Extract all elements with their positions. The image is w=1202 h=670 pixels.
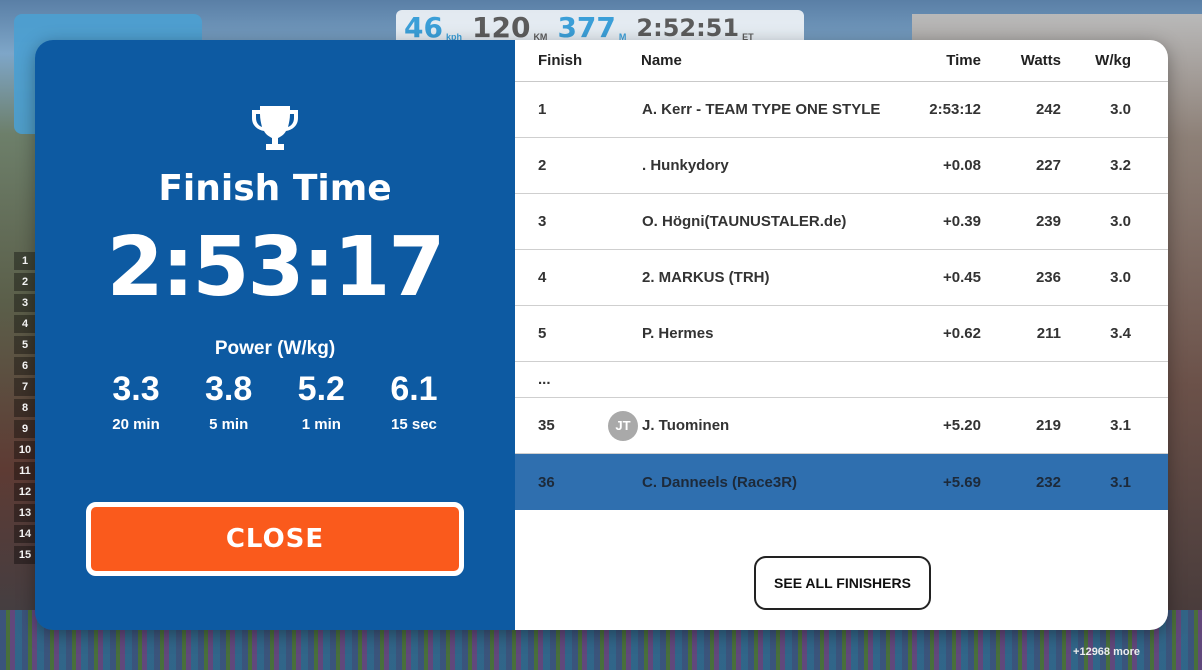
table-row-current-rider[interactable]: 36 C. Danneels (Race3R) +5.69 232 3.1: [515, 454, 1168, 510]
row-time: +0.08: [943, 157, 981, 174]
row-wkg: 3.0: [1110, 269, 1131, 286]
rider-rank: 15: [14, 546, 36, 564]
rider-rank: 10: [14, 441, 36, 459]
hud-distance: 120 KM: [472, 14, 547, 42]
row-time: +0.45: [943, 269, 981, 286]
power-stat-duration: 1 min: [301, 416, 341, 433]
row-name: A. Kerr - TEAM TYPE ONE STYLE: [642, 101, 881, 118]
row-name: C. Danneels (Race3R): [642, 473, 798, 491]
header-time: Time: [946, 52, 981, 69]
ellipsis-text: ...: [538, 371, 551, 388]
table-row-ellipsis: ...: [515, 362, 1168, 398]
header-wkg: W/kg: [1095, 52, 1131, 69]
header-name: Name: [641, 52, 682, 69]
rider-rank: 4: [14, 315, 36, 333]
rider-rank: 5: [14, 336, 36, 354]
header-finish: Finish: [538, 52, 583, 69]
row-watts: 239: [1035, 213, 1061, 230]
power-stat-value: 3.8: [205, 370, 253, 408]
hud-speed-value: 46: [404, 11, 443, 44]
row-wkg: 3.0: [1110, 213, 1131, 230]
more-riders-label: +12968 more: [1073, 646, 1140, 658]
power-stat-duration: 20 min: [112, 416, 160, 433]
power-stat: 3.3 20 min: [90, 370, 182, 433]
rider-rank: 3: [14, 294, 36, 312]
row-wkg: 3.1: [1110, 473, 1131, 491]
power-stat: 3.8 5 min: [183, 370, 275, 433]
row-time: +0.39: [943, 213, 981, 230]
rider-rank: 11: [14, 462, 36, 480]
row-watts: 219: [1035, 417, 1061, 434]
row-finish: 1: [538, 101, 547, 118]
power-stat: 5.2 1 min: [275, 370, 367, 433]
power-label: Power (W/kg): [214, 338, 336, 359]
row-time: +0.62: [943, 325, 981, 342]
row-finish: 4: [538, 269, 547, 286]
close-button[interactable]: CLOSE: [86, 502, 464, 576]
power-stats: 3.3 20 min 3.8 5 min 5.2 1 min 6.1 15 se…: [90, 370, 460, 433]
row-finish: 3: [538, 213, 547, 230]
trophy-icon: [252, 106, 298, 150]
results-table-header: Finish Name Time Watts W/kg: [515, 40, 1168, 82]
power-stat-value: 6.1: [390, 370, 438, 408]
row-time: +5.69: [943, 473, 981, 491]
hud-power-value: 377: [557, 11, 616, 44]
power-stat-value: 5.2: [297, 370, 345, 408]
table-row[interactable]: 1 A. Kerr - TEAM TYPE ONE STYLE 2:53:12 …: [515, 82, 1168, 138]
finish-results-modal: Finish Time 2:53:17 Power (W/kg) 3.3 20 …: [35, 40, 1168, 630]
row-watts: 211: [1036, 325, 1061, 342]
rider-rank: 2: [14, 273, 36, 291]
rider-rank: 13: [14, 504, 36, 522]
power-stat: 6.1 15 sec: [368, 370, 460, 433]
rider-rank: 12: [14, 483, 36, 501]
hud-speed: 46 kph: [404, 14, 462, 42]
row-wkg: 3.4: [1110, 325, 1131, 342]
row-name: P. Hermes: [642, 325, 714, 342]
hud-elapsed: 2:52:51 ET: [636, 14, 753, 42]
see-all-finishers-button[interactable]: SEE ALL FINISHERS: [754, 556, 931, 610]
header-watts: Watts: [1020, 52, 1061, 69]
row-wkg: 3.0: [1110, 101, 1131, 118]
rider-rank: 14: [14, 525, 36, 543]
hud-power: 377 M: [557, 14, 626, 42]
row-name: O. Högni(TAUNUSTALER.de): [642, 213, 847, 230]
finish-summary-panel: Finish Time 2:53:17 Power (W/kg) 3.3 20 …: [35, 40, 515, 630]
power-stat-value: 3.3: [112, 370, 160, 408]
row-watts: 236: [1035, 269, 1061, 286]
rider-rank: 6: [14, 357, 36, 375]
table-row[interactable]: 35 JT J. Tuominen +5.20 219 3.1: [515, 398, 1168, 454]
rider-rank: 9: [14, 420, 36, 438]
row-watts: 232: [1035, 473, 1061, 491]
row-time: 2:53:12: [929, 101, 981, 118]
row-name: J. Tuominen: [642, 417, 730, 434]
rider-rank: 7: [14, 378, 36, 396]
hud-elapsed-value: 2:52:51: [636, 14, 740, 42]
avatar: JT: [608, 410, 638, 441]
table-row[interactable]: 4 2. MARKUS (TRH) +0.45 236 3.0: [515, 250, 1168, 306]
table-row[interactable]: 2 . Hunkydory +0.08 227 3.2: [515, 138, 1168, 194]
row-avatar-slot: JT: [605, 410, 641, 441]
row-finish: 5: [538, 325, 547, 342]
row-wkg: 3.2: [1110, 157, 1131, 174]
finish-time-title: Finish Time: [158, 168, 392, 209]
row-wkg: 3.1: [1110, 417, 1131, 434]
row-watts: 227: [1035, 157, 1061, 174]
row-finish: 35: [538, 417, 555, 434]
rider-rank: 8: [14, 399, 36, 417]
rider-rank-list: 1 2 3 4 5 6 7 8 9 10 11 12 13 14 15: [14, 252, 36, 564]
row-name: . Hunkydory: [642, 157, 729, 174]
row-finish: 36: [538, 473, 555, 491]
row-finish: 2: [538, 157, 547, 174]
power-stat-duration: 15 sec: [391, 416, 437, 433]
rider-rank: 1: [14, 252, 36, 270]
row-name: 2. MARKUS (TRH): [642, 269, 770, 286]
hud-distance-value: 120: [471, 11, 531, 44]
row-watts: 242: [1035, 101, 1061, 118]
table-row[interactable]: 3 O. Högni(TAUNUSTALER.de) +0.39 239 3.0: [515, 194, 1168, 250]
results-panel: Finish Name Time Watts W/kg 1 A. Kerr - …: [515, 40, 1168, 630]
power-stat-duration: 5 min: [209, 416, 249, 433]
finish-time-value: 2:53:17: [106, 220, 446, 315]
table-row[interactable]: 5 P. Hermes +0.62 211 3.4: [515, 306, 1168, 362]
row-time: +5.20: [943, 417, 981, 434]
